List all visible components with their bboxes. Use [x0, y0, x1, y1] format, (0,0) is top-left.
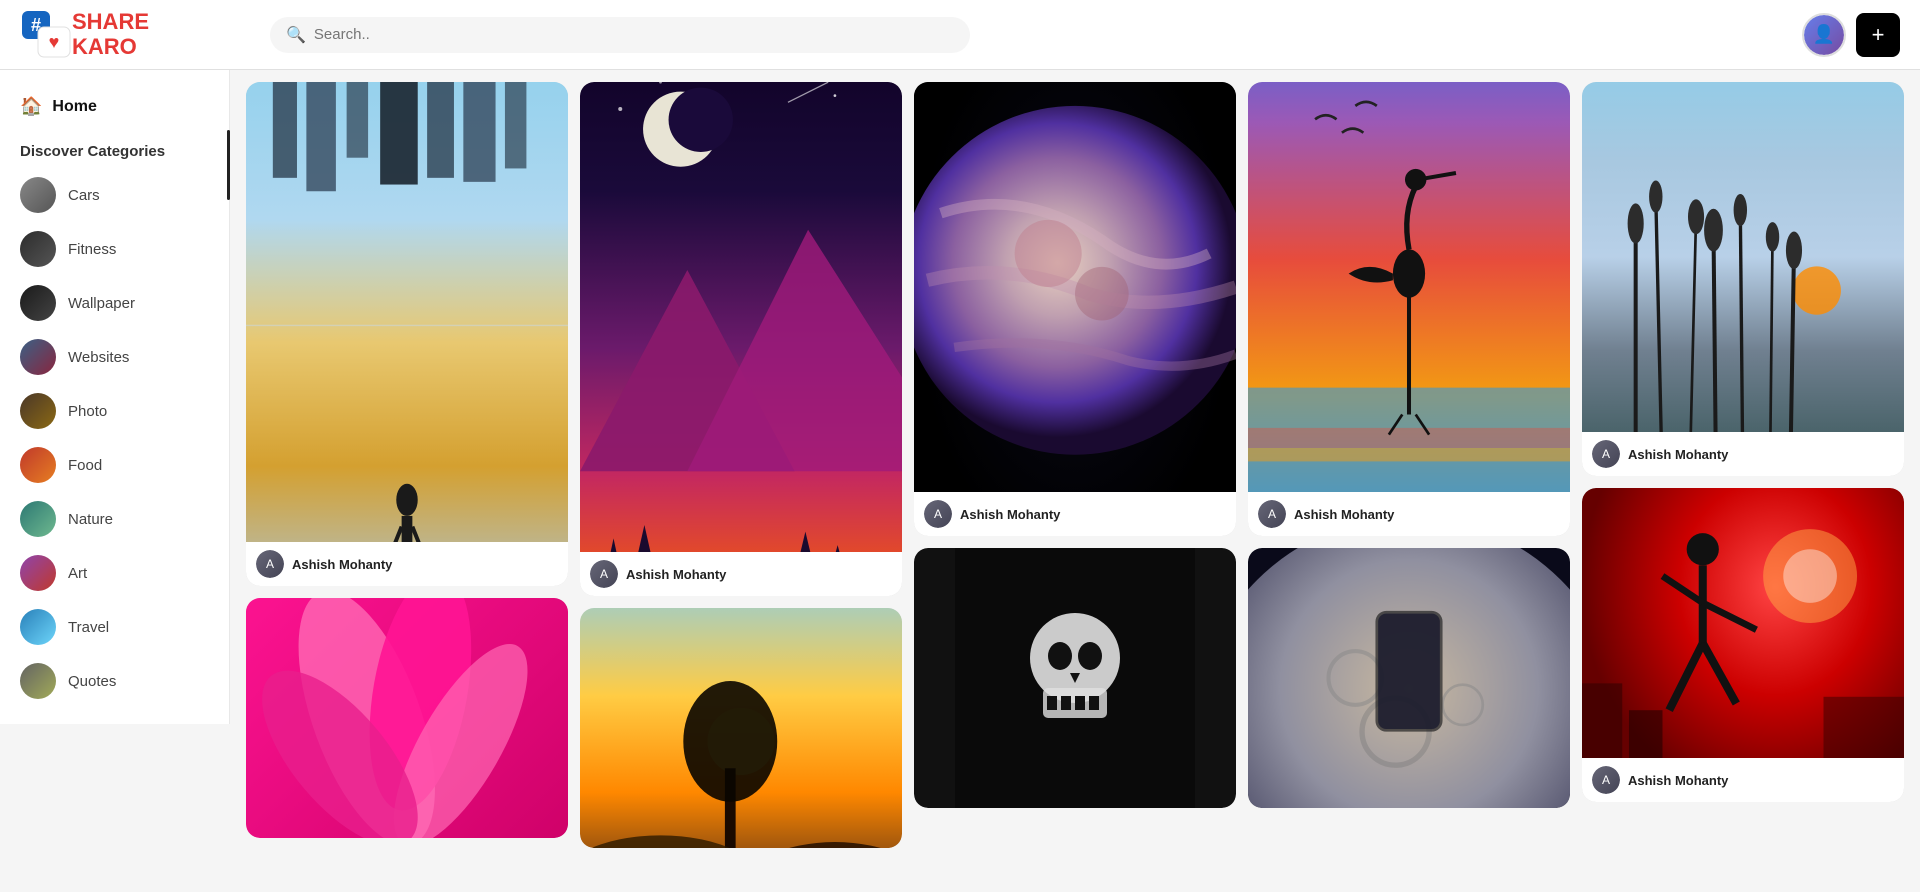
card-avatar-planet: A — [924, 500, 952, 528]
post-red-action[interactable]: A Ashish Mohanty — [1582, 488, 1904, 802]
post-bird[interactable]: A Ashish Mohanty — [1248, 82, 1570, 536]
card-avatar-reeds: A — [1592, 440, 1620, 468]
logo-text: SHARE KARO — [72, 10, 149, 58]
post-skull[interactable] — [914, 548, 1236, 808]
card-author-space: Ashish Mohanty — [626, 567, 726, 582]
sidebar: 🏠 Home Discover Categories Cars Fitness … — [0, 70, 230, 724]
card-footer-reeds: A Ashish Mohanty — [1582, 432, 1904, 476]
sidebar-item-nature[interactable]: Nature — [0, 492, 229, 546]
card-avatar-bird: A — [1258, 500, 1286, 528]
sidebar-item-home[interactable]: 🏠 Home — [0, 86, 229, 127]
search-bar[interactable]: 🔍 — [270, 17, 970, 53]
sidebar-item-art[interactable]: Art — [0, 546, 229, 600]
post-moon-surface[interactable] — [1248, 548, 1570, 808]
food-thumb — [20, 447, 56, 483]
post-flower[interactable] — [246, 598, 568, 838]
wallpaper-label: Wallpaper — [68, 295, 135, 312]
search-input[interactable] — [314, 26, 954, 43]
cars-thumb — [20, 177, 56, 213]
card-avatar-space: A — [590, 560, 618, 588]
sidebar-item-travel[interactable]: Travel — [0, 600, 229, 654]
sidebar-item-food[interactable]: Food — [0, 438, 229, 492]
sidebar-item-photo[interactable]: Photo — [0, 384, 229, 438]
post-planet[interactable]: A Ashish Mohanty — [914, 82, 1236, 536]
card-footer-space: A Ashish Mohanty — [580, 552, 902, 596]
wallpaper-thumb — [20, 285, 56, 321]
card-author-planet: Ashish Mohanty — [960, 507, 1060, 522]
add-button[interactable]: + — [1856, 13, 1900, 57]
card-avatar-red-action: A — [1592, 766, 1620, 794]
sidebar-item-cars[interactable]: Cars — [0, 168, 229, 222]
logo-icon: # ♥ — [20, 9, 72, 61]
logo-karo: KARO — [72, 34, 137, 59]
logo-share: SHARE — [72, 9, 149, 34]
post-space[interactable]: A Ashish Mohanty — [580, 82, 902, 596]
post-city[interactable]: A Ashish Mohanty — [246, 82, 568, 586]
card-footer-red-action: A Ashish Mohanty — [1582, 758, 1904, 802]
art-label: Art — [68, 565, 87, 582]
header: # ♥ SHARE KARO 🔍 👤 + — [0, 0, 1920, 70]
post-reeds[interactable]: A Ashish Mohanty — [1582, 82, 1904, 476]
svg-text:♥: ♥ — [49, 32, 60, 52]
header-right: 👤 + — [1802, 13, 1900, 57]
photo-label: Photo — [68, 403, 107, 420]
food-label: Food — [68, 457, 102, 474]
quotes-thumb — [20, 663, 56, 699]
sidebar-wrapper: 🏠 Home Discover Categories Cars Fitness … — [0, 70, 230, 892]
search-icon: 🔍 — [286, 25, 306, 45]
sidebar-home-label: Home — [52, 98, 96, 116]
sidebar-item-quotes[interactable]: Quotes — [0, 654, 229, 708]
card-footer-city: A Ashish Mohanty — [246, 542, 568, 586]
masonry-grid: A Ashish Mohanty — [246, 82, 1904, 848]
nature-label: Nature — [68, 511, 113, 528]
logo-area: # ♥ SHARE KARO — [20, 9, 250, 61]
discover-categories-title: Discover Categories — [0, 127, 229, 168]
quotes-label: Quotes — [68, 673, 116, 690]
travel-thumb — [20, 609, 56, 645]
sidebar-divider — [227, 130, 230, 200]
fitness-label: Fitness — [68, 241, 116, 258]
travel-label: Travel — [68, 619, 109, 636]
home-icon: 🏠 — [20, 96, 42, 117]
user-avatar[interactable]: 👤 — [1802, 13, 1846, 57]
card-footer-planet: A Ashish Mohanty — [914, 492, 1236, 536]
websites-label: Websites — [68, 349, 129, 366]
photo-thumb — [20, 393, 56, 429]
sidebar-item-wallpaper[interactable]: Wallpaper — [0, 276, 229, 330]
cars-label: Cars — [68, 187, 100, 204]
card-author-bird: Ashish Mohanty — [1294, 507, 1394, 522]
card-author-red-action: Ashish Mohanty — [1628, 773, 1728, 788]
sidebar-item-fitness[interactable]: Fitness — [0, 222, 229, 276]
card-avatar-city: A — [256, 550, 284, 578]
layout: 🏠 Home Discover Categories Cars Fitness … — [0, 70, 1920, 892]
websites-thumb — [20, 339, 56, 375]
card-author-reeds: Ashish Mohanty — [1628, 447, 1728, 462]
nature-thumb — [20, 501, 56, 537]
card-footer-bird: A Ashish Mohanty — [1248, 492, 1570, 536]
sidebar-item-websites[interactable]: Websites — [0, 330, 229, 384]
post-sunset-tree[interactable] — [580, 608, 902, 848]
main-content: A Ashish Mohanty — [230, 70, 1920, 892]
art-thumb — [20, 555, 56, 591]
card-author-city: Ashish Mohanty — [292, 557, 392, 572]
fitness-thumb — [20, 231, 56, 267]
